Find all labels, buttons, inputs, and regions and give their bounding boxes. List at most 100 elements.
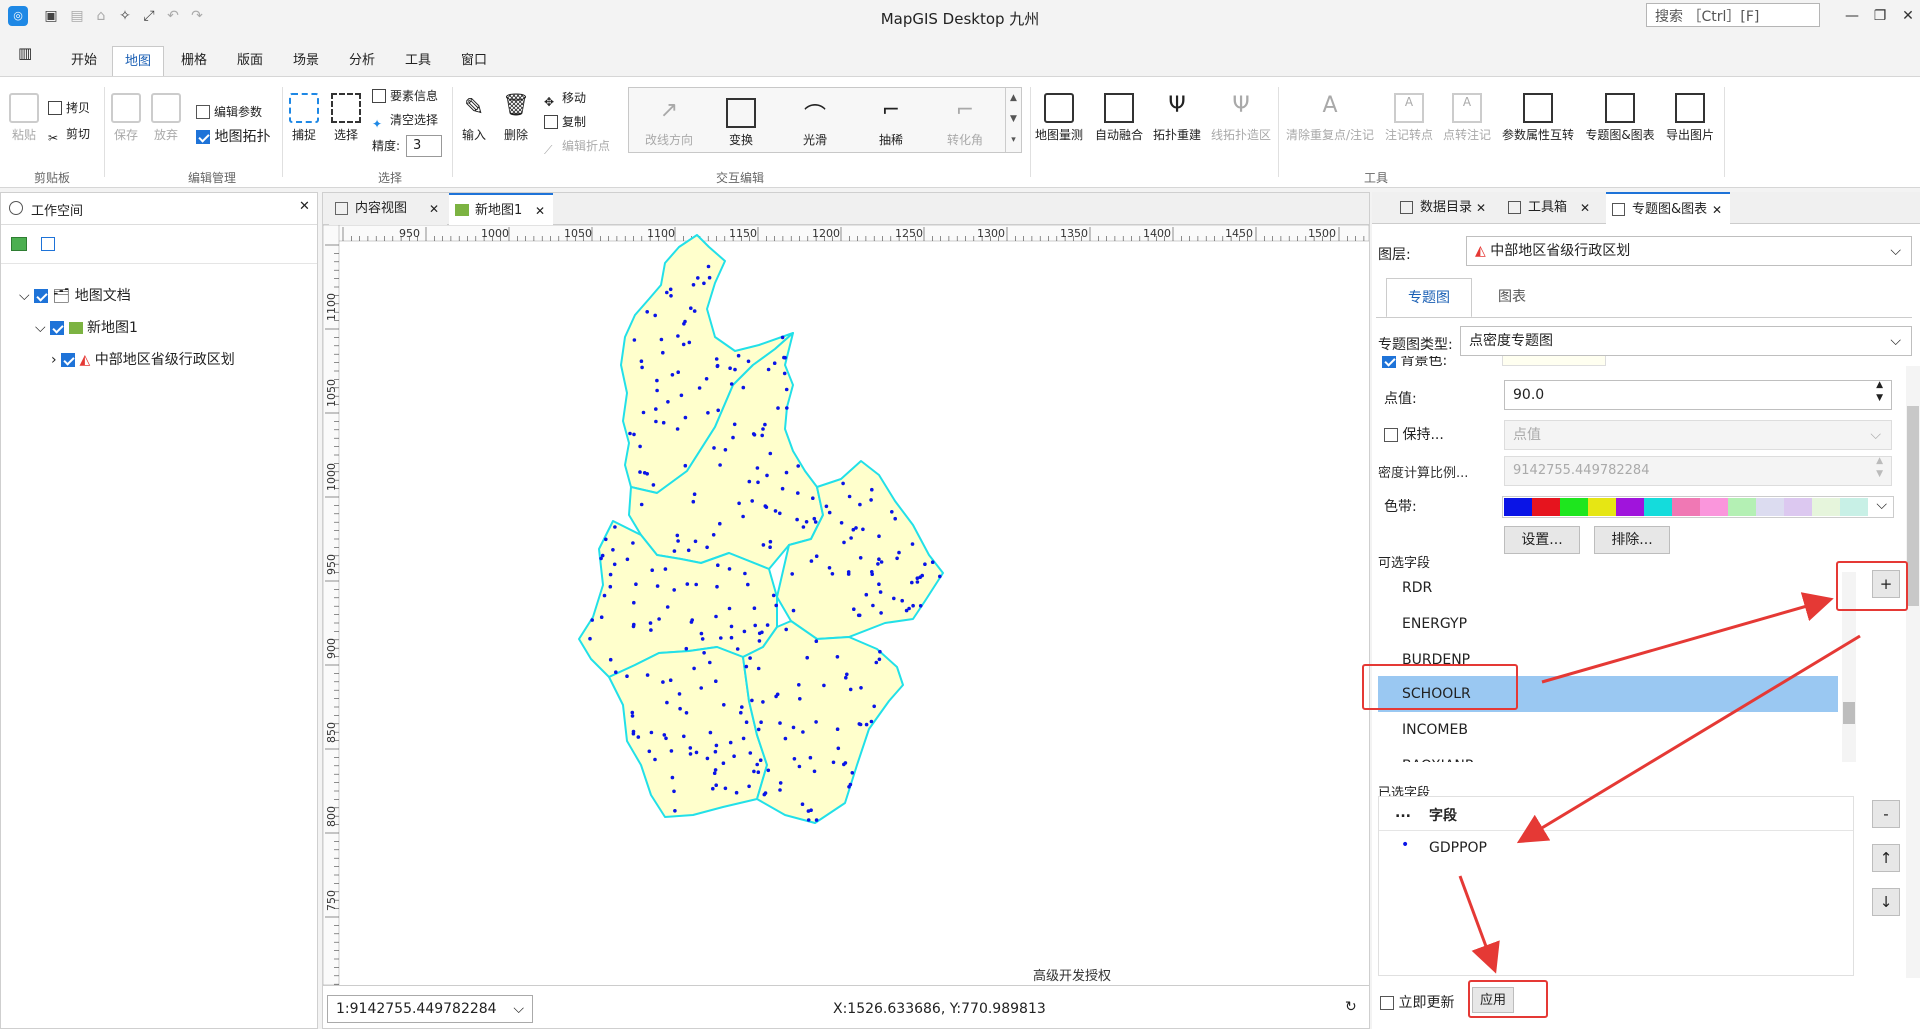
gallery-scroll[interactable]: ▲ ▼ ▾ (1005, 88, 1021, 152)
close-icon[interactable]: ✕ (429, 193, 439, 225)
auto-merge-button[interactable]: 自动融合 (1092, 93, 1146, 143)
search-input[interactable]: 搜索 ［Ctrl］[F] (1646, 3, 1820, 27)
clear-duplicate-button[interactable]: A 清除重复点/注记 (1282, 93, 1378, 143)
point-to-note-button[interactable]: A 点转注记 (1440, 93, 1494, 143)
undo-icon[interactable]: ↶ (164, 7, 182, 25)
fullscreen-icon[interactable]: ⤢ (140, 7, 158, 25)
keep-checkbox[interactable]: 保持... (1384, 424, 1444, 444)
tab-window[interactable]: 窗口 (452, 46, 496, 76)
input-button[interactable]: ✎ 输入 (456, 93, 492, 143)
remove-field-button[interactable]: - (1872, 800, 1900, 828)
tab-map[interactable]: 地图 (112, 46, 164, 76)
chevron-down-icon[interactable]: ⌵ (19, 288, 30, 304)
bg-color-swatch[interactable] (1502, 356, 1606, 366)
home-icon[interactable]: ⌂ (92, 7, 110, 25)
move-up-button[interactable]: ↑ (1872, 844, 1900, 872)
move-button[interactable]: ✥ 移动 (544, 87, 586, 109)
chevron-right-icon[interactable]: › (51, 352, 57, 368)
save-all-icon[interactable]: ▤ (68, 7, 86, 25)
reverse-line-button[interactable]: ↗ 改线方向 (637, 98, 701, 148)
tab-raster[interactable]: 栅格 (172, 46, 216, 76)
spinner-icon[interactable]: ▲ ▼ (1876, 379, 1883, 405)
tree-item-layer[interactable]: › ◭ 中部地区省级行政区划 (51, 349, 235, 369)
note-to-point-button[interactable]: A 注记转点 (1382, 93, 1436, 143)
element-info-button[interactable]: 要素信息 (372, 85, 438, 107)
type-select[interactable]: 点密度专题图 ⌵ (1460, 326, 1912, 356)
cut-button[interactable]: ✂ 剪切 (48, 123, 90, 145)
line-topo-area-label: 线拓扑造区 (1210, 128, 1271, 142)
save-button[interactable]: 保存 (108, 93, 144, 143)
capture-button[interactable]: 捕捉 (286, 93, 322, 143)
close-window-icon[interactable]: ✕ (1894, 4, 1920, 28)
tab-theme-chart[interactable]: 专题图&图表 ✕ (1606, 192, 1730, 224)
minimize-icon[interactable]: — (1838, 4, 1866, 28)
tab-analysis[interactable]: 分析 (340, 46, 384, 76)
layer-select[interactable]: ◭ 中部地区省级行政区划 ⌵ (1466, 236, 1912, 266)
auto-update-checkbox[interactable]: 立即更新 (1380, 992, 1454, 1012)
tab-data-catalog[interactable]: 数据目录 ✕ (1394, 192, 1494, 224)
panel-scrollbar[interactable] (1906, 366, 1920, 978)
delete-button[interactable]: 🗑 删除 (498, 93, 534, 143)
chevron-down-icon[interactable]: ⌵ (35, 320, 46, 336)
edit-fold-button[interactable]: ⟋ 编辑折点 (544, 135, 610, 157)
tab-content-view[interactable]: 内容视图 ✕ (329, 193, 447, 225)
checkbox-checked[interactable] (34, 289, 49, 303)
copy-button[interactable]: 拷贝 (48, 97, 90, 119)
tree-item-map[interactable]: ⌵ 新地图1 (35, 317, 138, 337)
topo-rebuild-button[interactable]: Ψ 拓扑重建 (1150, 93, 1204, 143)
map-canvas[interactable]: 950 1000 1050 1100 1150 1200 1250 1300 1… (323, 225, 1369, 985)
paste-button[interactable]: 粘贴 (4, 93, 44, 143)
tab-layout[interactable]: 版面 (228, 46, 272, 76)
magic-wand-icon[interactable]: ✧ (116, 7, 134, 25)
map-measure-button[interactable]: 地图量测 (1032, 93, 1086, 143)
maximize-icon[interactable]: ❐ (1866, 4, 1894, 28)
convert-corner-button[interactable]: ⌐ 转化角 (933, 98, 997, 148)
copy-feature-button[interactable]: 复制 (544, 111, 586, 133)
theme-chart-button[interactable]: 专题图&图表 (1584, 93, 1656, 143)
layout-view-icon[interactable] (41, 237, 55, 251)
density-input[interactable]: 9142755.449782284 ▲ ▼ (1504, 456, 1892, 486)
tab-chart[interactable]: 图表 (1472, 278, 1552, 318)
close-icon[interactable]: ✕ (1712, 194, 1722, 226)
map-topo-checkbox[interactable]: 地图拓扑 (196, 126, 270, 148)
edit-params-button[interactable]: 编辑参数 (196, 101, 262, 123)
smooth-button[interactable]: ⌒ 光滑 (783, 98, 847, 148)
tab-scene[interactable]: 场景 (284, 46, 328, 76)
precision-input[interactable]: 3 (406, 135, 442, 157)
attr-convert-button[interactable]: 参数属性互转 (1500, 93, 1576, 143)
export-image-button[interactable]: 导出图片 (1662, 93, 1718, 143)
scale-select[interactable]: 1:9142755.449782284 ⌵ (327, 995, 533, 1023)
settings-button[interactable]: 设置... (1504, 526, 1580, 554)
keep-select[interactable]: 点值 ⌵ (1504, 420, 1892, 450)
tab-toolbox[interactable]: 工具箱 ✕ (1502, 192, 1598, 224)
discard-button[interactable]: 放弃 (148, 93, 184, 143)
bg-color-checkbox[interactable]: 背景色: (1382, 356, 1447, 370)
point-value-input[interactable]: 90.0 ▲ ▼ (1504, 380, 1892, 410)
tree-item-doc[interactable]: ⌵ 🗂 地图文档 (19, 285, 131, 305)
checkbox-checked[interactable] (61, 353, 76, 367)
refresh-icon[interactable]: ↻ (1345, 999, 1357, 1015)
select-button[interactable]: 选择 (328, 93, 364, 143)
line-topo-area-button[interactable]: Ψ 线拓扑造区 (1208, 93, 1274, 143)
tab-tools[interactable]: 工具 (396, 46, 440, 76)
spinner-icon[interactable]: ▲ ▼ (1876, 455, 1883, 481)
checkbox-checked[interactable] (50, 321, 65, 335)
close-icon[interactable]: ✕ (535, 195, 545, 227)
panel-toggle-icon[interactable]: ▥ (18, 44, 32, 62)
tab-start[interactable]: 开始 (62, 46, 106, 76)
tab-theme[interactable]: 专题图 (1386, 278, 1472, 318)
thin-button[interactable]: ⌐ 抽稀 (859, 98, 923, 148)
move-down-button[interactable]: ↓ (1872, 888, 1900, 916)
redo-icon[interactable]: ↷ (188, 7, 206, 25)
scroll-thumb[interactable] (1907, 406, 1919, 606)
color-ramp-select[interactable]: ⌵ (1502, 496, 1894, 518)
close-icon[interactable]: ✕ (299, 199, 310, 214)
exclude-button[interactable]: 排除... (1594, 526, 1670, 554)
save-icon[interactable]: ▣ (42, 7, 60, 25)
tab-new-map[interactable]: 新地图1 ✕ (449, 193, 553, 225)
close-icon[interactable]: ✕ (1476, 192, 1486, 224)
clear-select-button[interactable]: ✦ 清空选择 (372, 109, 438, 131)
transform-button[interactable]: 变换 (709, 98, 773, 148)
close-icon[interactable]: ✕ (1580, 192, 1590, 224)
map-view-icon[interactable] (11, 237, 27, 251)
